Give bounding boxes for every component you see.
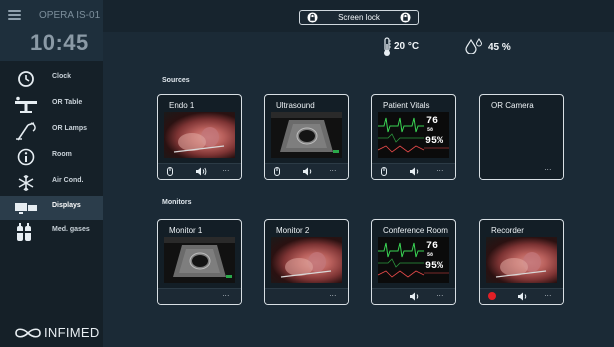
- monitor-card-monitor-1[interactable]: Monitor 1 ...: [157, 219, 242, 305]
- more-icon[interactable]: ...: [327, 166, 339, 176]
- vitals-monitor-thumbnail: 76 58 95%: [378, 237, 449, 283]
- card-actions: ...: [372, 288, 455, 304]
- monitor-card-recorder[interactable]: Recorder ...: [479, 219, 564, 305]
- infinity-logo-icon: [15, 328, 41, 338]
- clock-icon: [18, 71, 34, 87]
- card-title: Recorder: [491, 226, 524, 235]
- record-icon[interactable]: [488, 292, 496, 300]
- endoscope-thumbnail: [486, 237, 557, 283]
- mouse-icon[interactable]: [167, 167, 173, 176]
- logo-text: INFIMED: [44, 325, 100, 340]
- speaker-icon[interactable]: [195, 167, 207, 176]
- endoscope-thumbnail: [164, 112, 235, 158]
- temperature-value: 20 °C: [394, 41, 420, 52]
- gas-cylinders-icon: [17, 223, 31, 241]
- card-title: OR Camera: [491, 101, 534, 110]
- more-icon[interactable]: ...: [434, 291, 446, 301]
- clock-time: 10:45: [30, 30, 89, 55]
- spo2-value: 95%: [425, 136, 443, 147]
- card-title: Ultrasound: [276, 101, 315, 110]
- card-title: Monitor 1: [169, 226, 203, 235]
- card-actions: ...: [158, 163, 241, 179]
- screen-lock-button[interactable]: Screen lock: [299, 10, 419, 25]
- more-icon[interactable]: ...: [434, 166, 446, 176]
- source-card-endo-1[interactable]: Endo 1 ...: [157, 94, 242, 180]
- sidebar-item-or-table[interactable]: OR Table: [0, 93, 103, 117]
- heart-rate-value: 76: [426, 116, 438, 127]
- sidebar-item-room[interactable]: Room: [0, 145, 103, 169]
- sidebar: OPERA IS-01 10:45 Clock OR Table OR Lamp…: [0, 0, 103, 347]
- info-icon: [17, 148, 35, 166]
- main-panel: Screen lock 20 °C 45 % Sources Endo 1 ..…: [103, 0, 614, 347]
- spo2-value: 95%: [425, 261, 443, 272]
- thermometer-icon: [384, 37, 391, 56]
- sidebar-item-clock[interactable]: Clock: [0, 67, 103, 91]
- speaker-icon[interactable]: [409, 292, 421, 301]
- sidebar-item-label: OR Lamps: [52, 125, 88, 132]
- sidebar-header: OPERA IS-01 10:45: [0, 0, 103, 61]
- sidebar-item-or-lamps[interactable]: OR Lamps: [0, 119, 103, 143]
- speaker-icon[interactable]: [302, 167, 314, 176]
- more-icon[interactable]: ...: [327, 291, 339, 301]
- vitals-monitor-thumbnail: 76 58 95%: [378, 112, 449, 158]
- monitor-card-monitor-2[interactable]: Monitor 2 ...: [264, 219, 349, 305]
- more-icon[interactable]: ...: [542, 291, 554, 301]
- infimed-logo: INFIMED: [14, 325, 100, 343]
- monitors-section-title: Monitors: [162, 199, 192, 206]
- card-actions: ...: [265, 163, 348, 179]
- or-table-icon: [15, 96, 37, 113]
- card-title: Monitor 2: [276, 226, 310, 235]
- sources-section-title: Sources: [162, 77, 190, 84]
- card-title: Patient Vitals: [383, 101, 430, 110]
- hamburger-menu-icon[interactable]: [8, 10, 21, 20]
- mouse-icon[interactable]: [381, 167, 387, 176]
- endoscope-thumbnail: [271, 237, 342, 283]
- humidity-icon: [465, 38, 483, 54]
- ultrasound-thumbnail: [164, 237, 235, 283]
- speaker-icon[interactable]: [517, 292, 529, 301]
- snowflake-icon: [18, 175, 34, 191]
- lock-icon: [400, 12, 411, 23]
- heart-rate-sub-value: 58: [427, 252, 433, 258]
- lamp-icon: [16, 122, 36, 141]
- sidebar-item-label: Displays: [52, 202, 81, 209]
- source-card-or-camera[interactable]: OR Camera ...: [479, 94, 564, 180]
- card-title: Conference Room: [383, 226, 448, 235]
- card-actions: ...: [265, 288, 348, 304]
- card-actions: ...: [480, 163, 563, 179]
- sidebar-item-med-gases[interactable]: Med. gases: [0, 220, 103, 244]
- card-actions: ...: [480, 288, 563, 304]
- displays-icon: [15, 203, 37, 214]
- sidebar-item-label: Room: [52, 151, 72, 158]
- room-name: OPERA IS-01: [39, 10, 101, 21]
- top-bar: Screen lock: [103, 0, 614, 32]
- source-card-patient-vitals[interactable]: Patient Vitals 76 58 95% ...: [371, 94, 456, 180]
- more-icon[interactable]: ...: [220, 166, 232, 176]
- humidity-value: 45 %: [488, 42, 511, 53]
- card-title: Endo 1: [169, 101, 195, 110]
- card-actions: ...: [372, 163, 455, 179]
- sidebar-item-label: OR Table: [52, 99, 83, 106]
- more-icon[interactable]: ...: [220, 291, 232, 301]
- ultrasound-thumbnail: [271, 112, 342, 158]
- more-icon[interactable]: ...: [542, 165, 554, 175]
- source-card-ultrasound[interactable]: Ultrasound ...: [264, 94, 349, 180]
- heart-rate-value: 76: [426, 241, 438, 252]
- sidebar-item-label: Med. gases: [52, 226, 90, 233]
- speaker-icon[interactable]: [409, 167, 421, 176]
- card-actions: ...: [158, 288, 241, 304]
- sidebar-item-displays[interactable]: Displays: [0, 196, 103, 220]
- mouse-icon[interactable]: [274, 167, 280, 176]
- heart-rate-sub-value: 58: [427, 127, 433, 133]
- sidebar-item-label: Clock: [52, 73, 72, 80]
- monitor-card-conference-room[interactable]: Conference Room 76 58 95% ...: [371, 219, 456, 305]
- sidebar-item-label: Air Cond.: [52, 177, 84, 184]
- sidebar-item-air-cond[interactable]: Air Cond.: [0, 171, 103, 195]
